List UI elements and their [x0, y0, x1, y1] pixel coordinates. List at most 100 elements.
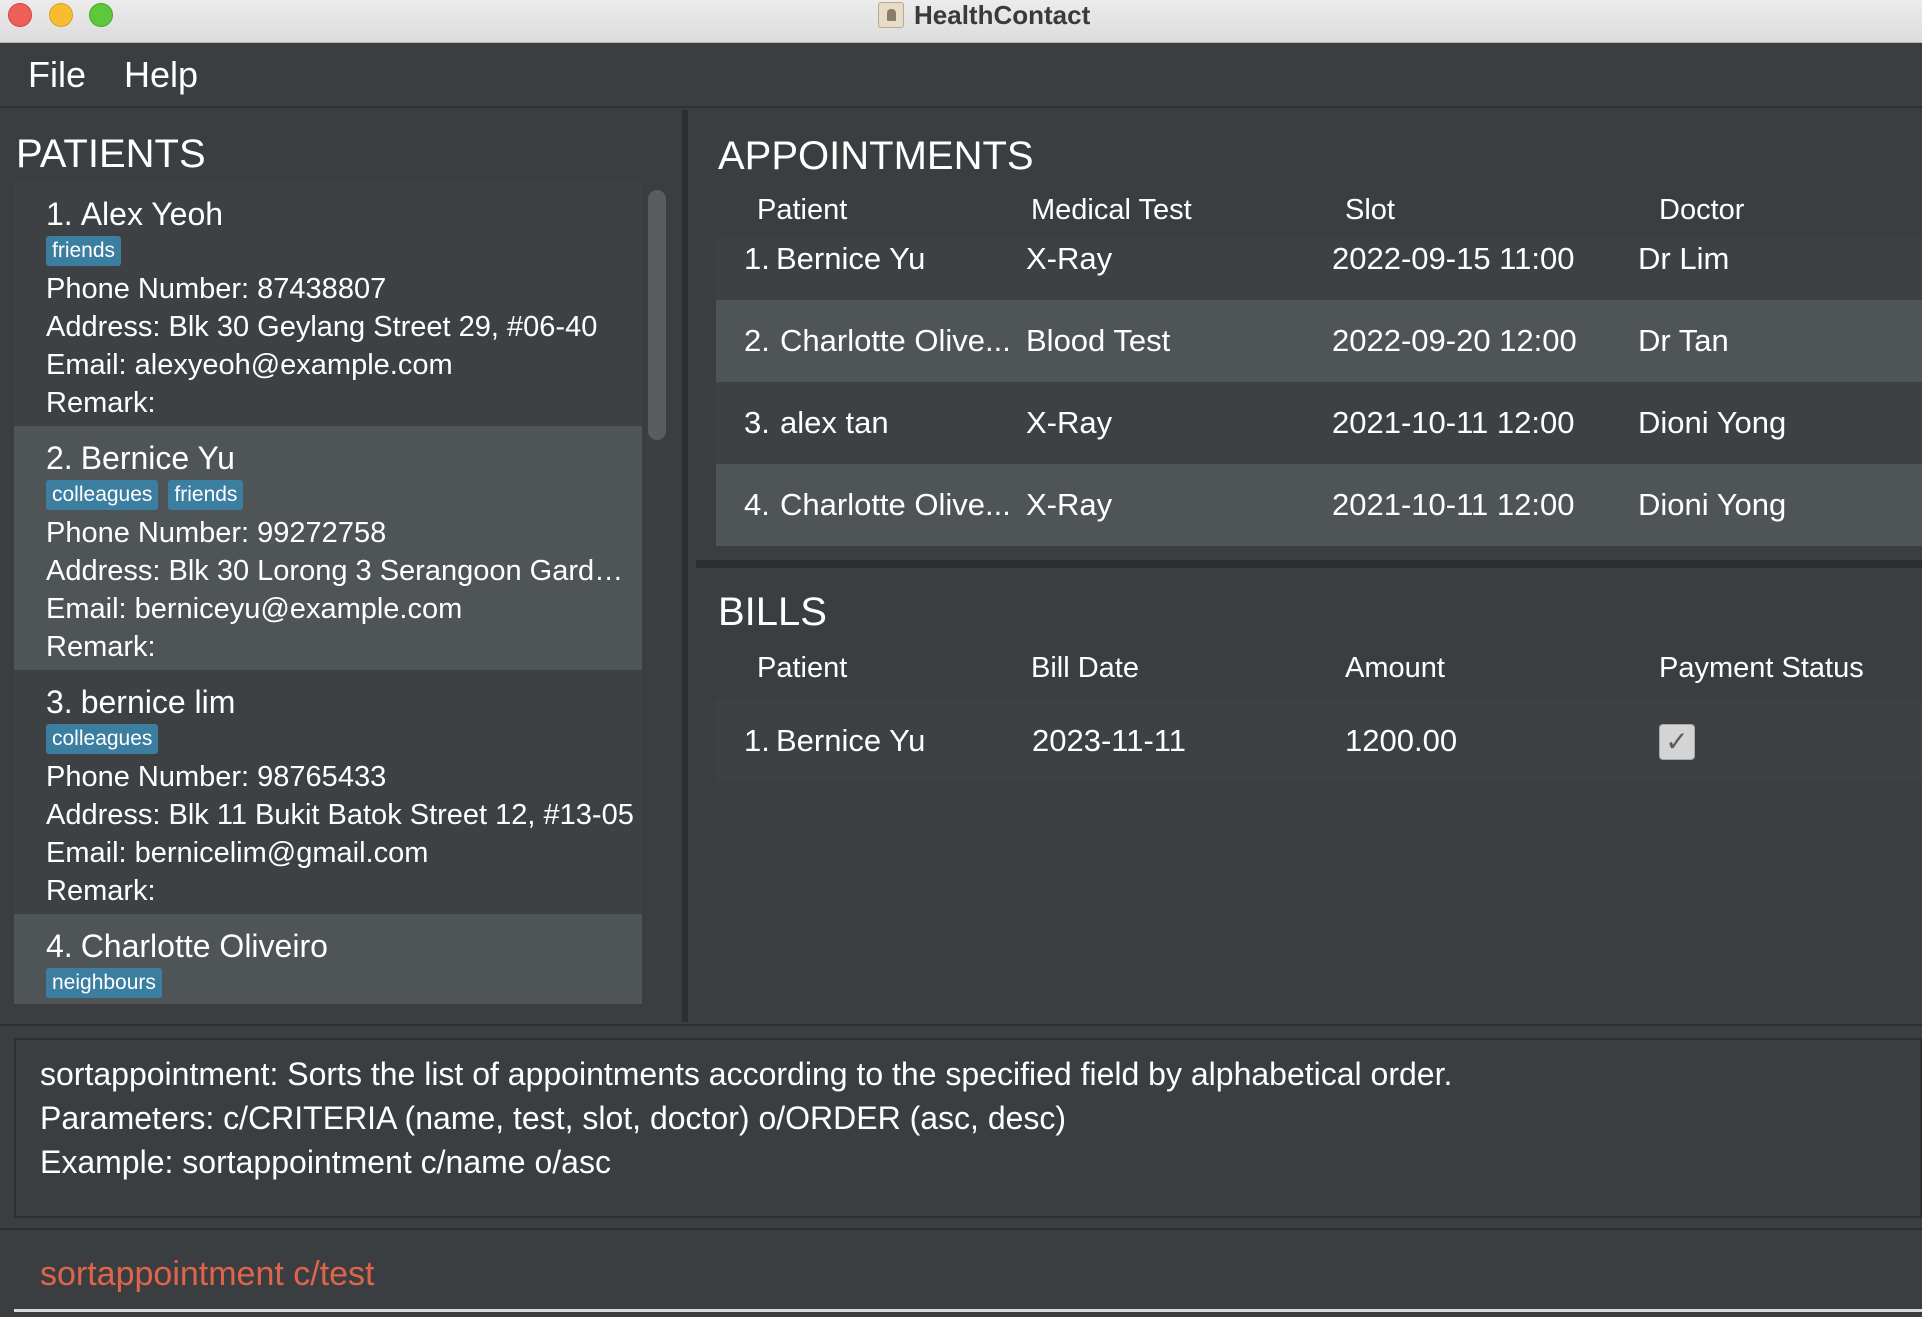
patient-name-text: Alex Yeoh — [80, 196, 224, 232]
appointment-row[interactable]: 3. alex tan X-Ray 2021-10-11 12:00 Dioni… — [716, 382, 1922, 464]
patient-name: 1. Alex Yeoh — [46, 194, 642, 234]
appointment-doctor: Dr Tan — [1638, 323, 1729, 358]
result-display: sortappointment: Sorts the list of appoi… — [14, 1038, 1922, 1218]
bill-amount: 1200.00 — [1345, 723, 1458, 758]
bill-row[interactable]: 1. Bernice Yu 2023-11-11 1200.00 ✓ — [716, 700, 1922, 782]
appointment-patient: Charlotte Olive... — [780, 487, 1011, 522]
bills-title: BILLS — [718, 590, 827, 634]
appointment-doctor: Dioni Yong — [1638, 405, 1787, 440]
column-header-payment-status[interactable]: Payment Status — [1659, 652, 1864, 685]
appointments-title: APPOINTMENTS — [718, 134, 1034, 178]
appointment-doctor: Dr Lim — [1638, 241, 1730, 276]
patients-panel: PATIENTS 1. Alex Yeoh friends Phone Numbe… — [0, 110, 688, 1022]
menu-file[interactable]: File — [28, 54, 86, 96]
appointments-panel: APPOINTMENTS Patient Medical Test Slot D… — [696, 110, 1922, 568]
patient-index: 4. — [46, 928, 73, 964]
appointment-slot: 2022-09-20 12:00 — [1332, 323, 1577, 358]
patient-name-text: bernice lim — [80, 684, 236, 720]
appointment-row[interactable]: 1. Bernice Yu X-Ray 2022-09-15 11:00 Dr … — [716, 238, 1922, 308]
tag-badge: colleagues — [46, 480, 159, 510]
patient-name: 2. Bernice Yu — [46, 438, 642, 478]
column-header-medical-test[interactable]: Medical Test — [1031, 194, 1192, 227]
patient-phone: Phone Number: 98765433 — [46, 761, 387, 793]
appointment-slot: 2022-09-15 11:00 — [1332, 241, 1575, 276]
appointment-index: 4. — [744, 487, 770, 522]
bill-index: 1. — [744, 723, 770, 758]
column-header-bill-date[interactable]: Bill Date — [1031, 652, 1139, 685]
patient-remark: Remark: — [46, 387, 156, 419]
window-title-bar: HealthContact — [0, 0, 1922, 43]
patient-remark: Remark: — [46, 875, 156, 907]
tag-badge: friends — [46, 236, 122, 266]
patient-address: Address: Blk 11 Bukit Batok Street 12, #… — [46, 799, 634, 831]
patient-index: 1. — [46, 196, 73, 232]
checkmark-icon: ✓ — [1665, 726, 1689, 757]
menu-help[interactable]: Help — [124, 54, 198, 96]
patient-phone: Phone Number: 87438807 — [46, 273, 387, 305]
appointment-index: 2. — [744, 323, 770, 358]
patient-index: 2. — [46, 440, 73, 476]
patient-email: Email: alexyeoh@example.com — [46, 349, 453, 381]
appointment-slot: 2021-10-11 12:00 — [1332, 487, 1575, 522]
appointment-doctor: Dioni Yong — [1638, 487, 1787, 522]
window-title: HealthContact — [878, 0, 1090, 30]
patients-title: PATIENTS — [16, 132, 206, 176]
appointment-test: Blood Test — [1026, 323, 1171, 358]
close-window-button[interactable] — [8, 3, 32, 27]
appointment-row[interactable]: 4. Charlotte Olive... X-Ray 2021-10-11 1… — [716, 464, 1922, 546]
tag-badge: neighbours — [46, 968, 162, 998]
patient-phone: Phone Number: 99272758 — [46, 517, 387, 549]
patient-name: 3. bernice lim — [46, 682, 642, 722]
patient-address: Address: Blk 30 Lorong 3 Serangoon Garde… — [46, 555, 634, 587]
tag-badge: friends — [168, 480, 244, 510]
tag-badge: colleagues — [46, 724, 159, 754]
minimize-window-button[interactable] — [49, 3, 73, 27]
patient-index: 3. — [46, 684, 73, 720]
column-header-patient[interactable]: Patient — [757, 652, 847, 685]
patient-email: Email: bernicelim@gmail.com — [46, 837, 429, 869]
appointment-index: 1. — [744, 241, 770, 276]
patient-card[interactable]: 3. bernice lim colleagues Phone Number: 9… — [14, 670, 642, 914]
patient-tags: colleagues — [46, 724, 642, 754]
appointment-index: 3. — [744, 405, 770, 440]
patient-name-text: Charlotte Oliveiro — [80, 928, 328, 964]
result-line: Example: sortappointment c/name o/asc — [40, 1144, 611, 1180]
patient-tags: friends — [46, 236, 642, 266]
patient-tags: colleagues friends — [46, 480, 642, 510]
patient-name-text: Bernice Yu — [80, 440, 235, 476]
result-line: sortappointment: Sorts the list of appoi… — [40, 1056, 1453, 1092]
appointment-test: X-Ray — [1026, 241, 1113, 276]
patient-card[interactable]: 2. Bernice Yu colleagues friends Phone Nu… — [14, 426, 642, 670]
menu-bar: File Help — [0, 43, 1922, 108]
bills-panel: BILLS Patient Bill Date Amount Payment S… — [696, 568, 1922, 1022]
column-header-doctor[interactable]: Doctor — [1659, 194, 1744, 227]
appointment-patient: alex tan — [780, 405, 889, 440]
window-title-text: HealthContact — [914, 0, 1091, 30]
patient-address: Address: Blk 30 Geylang Street 29, #06-4… — [46, 311, 598, 343]
command-box — [0, 1228, 1922, 1317]
appointment-row[interactable]: 2. Charlotte Olive... Blood Test 2022-09… — [716, 300, 1922, 382]
column-header-amount[interactable]: Amount — [1345, 652, 1445, 685]
bill-patient: Bernice Yu — [776, 723, 926, 758]
bill-date: 2023-11-11 — [1032, 723, 1186, 758]
column-header-slot[interactable]: Slot — [1345, 194, 1395, 227]
result-display-panel: sortappointment: Sorts the list of appoi… — [0, 1024, 1922, 1228]
patient-remark: Remark: — [46, 631, 156, 663]
appointment-test: X-Ray — [1026, 405, 1113, 440]
patient-list-scrollbar[interactable] — [648, 190, 666, 440]
appointment-slot: 2021-10-11 12:00 — [1332, 405, 1575, 440]
patient-card[interactable]: 4. Charlotte Oliveiro neighbours — [14, 914, 642, 1004]
appointment-patient: Bernice Yu — [776, 241, 926, 276]
patient-email: Email: berniceyu@example.com — [46, 593, 463, 625]
payment-status-checkbox[interactable]: ✓ — [1659, 724, 1695, 760]
appointment-patient: Charlotte Olive... — [780, 323, 1011, 358]
patient-list[interactable]: 1. Alex Yeoh friends Phone Number: 874388… — [14, 182, 642, 1004]
maximize-window-button[interactable] — [89, 3, 113, 27]
result-line: Parameters: c/CRITERIA (name, test, slot… — [40, 1100, 1067, 1136]
patient-tags: neighbours — [46, 968, 642, 998]
appointment-test: X-Ray — [1026, 487, 1113, 522]
command-input[interactable] — [14, 1240, 1922, 1312]
patient-card[interactable]: 1. Alex Yeoh friends Phone Number: 874388… — [14, 182, 642, 426]
column-header-patient[interactable]: Patient — [757, 194, 847, 227]
contact-book-icon — [878, 2, 904, 28]
